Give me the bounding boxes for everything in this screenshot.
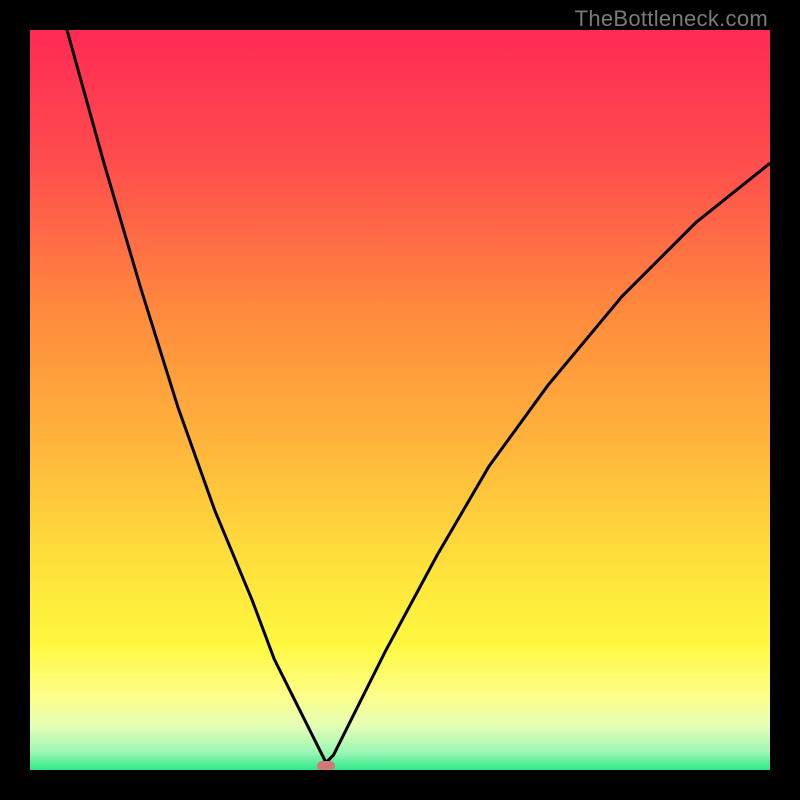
bottleneck-curve: [30, 30, 770, 770]
watermark-text: TheBottleneck.com: [575, 6, 768, 32]
optimum-marker: [317, 761, 335, 770]
plot-area: [30, 30, 770, 770]
chart-frame: TheBottleneck.com: [0, 0, 800, 800]
